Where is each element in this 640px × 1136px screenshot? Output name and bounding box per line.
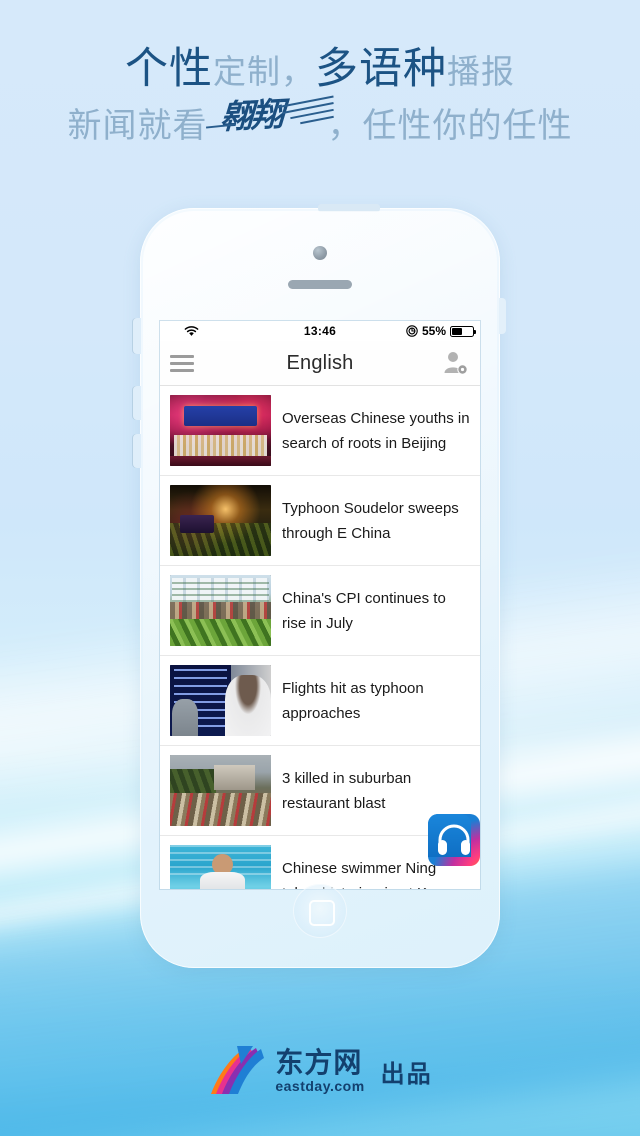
news-thumbnail <box>170 665 271 736</box>
footer-suffix-label: 出品 <box>380 1060 433 1088</box>
person-gear-glyph <box>444 352 468 375</box>
news-item-title: 3 killed in suburban restaurant blast <box>282 769 412 812</box>
phone-screen: 13:46 55% English Overseas Chinese youth… <box>160 321 480 889</box>
menu-line-3 <box>170 368 194 372</box>
volume-up-button[interactable] <box>133 386 141 420</box>
thumbnail-detail-athlete-body <box>200 871 245 889</box>
news-item-title: Overseas Chinese youths in search of roo… <box>282 409 470 452</box>
tagline-seg-personalize: 个性 <box>125 45 213 93</box>
news-thumbnail: ★ <box>170 845 271 889</box>
tagline-seg-custom: 定制， <box>213 53 315 90</box>
news-list-item[interactable]: China's CPI continues to rise in July <box>160 566 480 656</box>
thumbnail-detail-trees <box>170 769 217 795</box>
home-square-icon <box>309 900 335 926</box>
thumbnail-detail-shoppers <box>170 601 271 621</box>
thumbnail-detail-crowd <box>174 434 267 457</box>
tagline-seg-multilingual: 多语种 <box>315 45 447 93</box>
thumbnail-detail-debris <box>170 793 271 826</box>
tagline-line-1: 个性定制，多语种播报 <box>0 48 640 91</box>
audio-play-button[interactable] <box>428 814 480 866</box>
thumbnail-detail-person-left <box>172 699 199 736</box>
eastday-wordmark: 东方网 eastday.com <box>275 1047 365 1094</box>
menu-line-1 <box>170 354 194 358</box>
aoxiang-brand-text: 翱翔 <box>218 97 283 137</box>
home-button[interactable] <box>293 884 347 938</box>
status-bar: 13:46 55% <box>160 321 480 341</box>
eastday-brand-cn: 东方网 <box>275 1047 363 1078</box>
tagline-seg-broadcast: 播报 <box>447 53 515 90</box>
news-item-title: Typhoon Soudelor sweeps through E China <box>282 499 459 542</box>
thumbnail-detail-banner <box>184 406 257 427</box>
phone-mockup: 13:46 55% English Overseas Chinese youth… <box>133 204 506 968</box>
headphones-icon <box>438 824 470 855</box>
news-thumbnail <box>170 575 271 646</box>
earpiece-speaker <box>288 280 352 289</box>
battery-fill <box>452 327 463 335</box>
news-list-item[interactable]: Typhoon Soudelor sweeps through E China <box>160 476 480 566</box>
app-nav-bar: English <box>160 341 480 386</box>
news-thumbnail <box>170 395 271 466</box>
eastday-brand-en: eastday.com <box>275 1078 365 1094</box>
person-gear-icon[interactable] <box>440 348 470 378</box>
volume-down-button[interactable] <box>133 434 141 468</box>
power-button[interactable] <box>499 298 506 334</box>
news-list-item[interactable]: Flights hit as typhoon approaches <box>160 656 480 746</box>
news-thumbnail <box>170 485 271 556</box>
footer-branding: 东方网 eastday.com 出品 <box>0 1044 640 1098</box>
aoxiang-brand-mark: 翱翔 <box>205 95 334 147</box>
phone-top-antenna <box>318 204 380 212</box>
location-services-icon <box>406 325 418 337</box>
thumbnail-detail-building <box>214 764 255 791</box>
news-list[interactable]: Overseas Chinese youths in search of roo… <box>160 386 480 889</box>
battery-percent-label: 55% <box>421 324 446 338</box>
front-camera-icon <box>313 246 327 260</box>
tagline-seg-news-watch: 新闻就看 <box>67 107 208 145</box>
tagline-line-2: 新闻就看 翱翔 ，任性你的任性 <box>0 95 640 147</box>
news-thumbnail <box>170 755 271 826</box>
thumbnail-detail-stage <box>170 456 271 466</box>
promo-tagline: 个性定制，多语种播报 新闻就看 翱翔 ，任性你的任性 <box>0 48 640 147</box>
mute-switch-button[interactable] <box>133 318 141 354</box>
thumbnail-detail-person-right <box>224 674 271 736</box>
battery-nub <box>474 329 476 334</box>
eastday-swoosh-logo-icon <box>211 1046 265 1094</box>
thumbnail-detail-signlines <box>172 577 269 602</box>
thumbnail-detail-vegetables <box>170 619 271 646</box>
battery-icon <box>450 325 476 337</box>
news-list-item[interactable]: Overseas Chinese youths in search of roo… <box>160 386 480 476</box>
status-bar-right: 55% <box>329 324 476 338</box>
tagline-seg-wayward: ，任性你的任性 <box>327 107 573 145</box>
news-item-title: China's CPI continues to rise in July <box>282 589 446 632</box>
thumbnail-detail-vehicle <box>180 514 215 534</box>
page-title: English <box>286 351 354 374</box>
hamburger-menu-icon[interactable] <box>170 348 204 378</box>
news-item-title: Flights hit as typhoon approaches <box>282 679 424 722</box>
menu-line-2 <box>170 361 194 365</box>
